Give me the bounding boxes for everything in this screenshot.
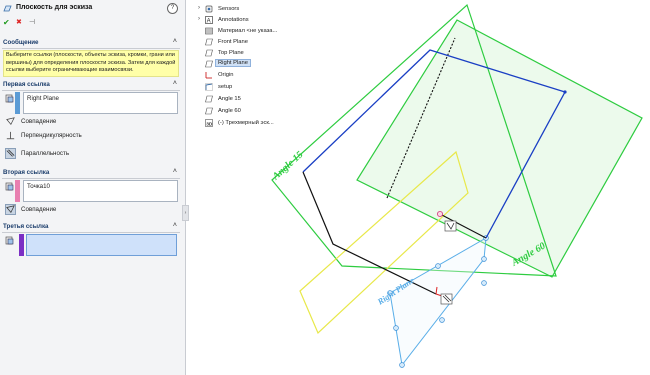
third-reference-section: Третья ссылка ˄ — [2, 222, 180, 262]
property-manager-title: Плоскость для эскиза — [16, 4, 93, 11]
annotations-icon: A — [205, 16, 213, 24]
angle15-label: Angle 15 — [270, 149, 306, 183]
first-reference-title: Первая ссылка — [3, 81, 50, 88]
sketch-icon — [205, 83, 213, 91]
property-manager-panel: Плоскость для эскиза ? ✔ ✖ ⊣ Сообщение ˄… — [0, 0, 186, 375]
tree-item-label: Right Plane — [215, 59, 251, 67]
message-section-title: Сообщение — [3, 39, 39, 46]
parallel-relation-icon[interactable] — [440, 293, 453, 305]
tree-item-origin[interactable]: Origin — [198, 70, 298, 80]
message-section: Сообщение ˄ Выберите ссылки (плоскости, … — [2, 38, 180, 78]
collapse-chevron-icon[interactable]: ˄ — [173, 38, 177, 45]
coincident-icon[interactable] — [5, 204, 16, 215]
third-reference-header[interactable]: Третья ссылка ˄ — [2, 222, 180, 233]
constraint-coincident-row[interactable]: Совпадение — [5, 116, 181, 127]
second-reference-section: Вторая ссылка ˄ Точка10 Совпадение — [2, 168, 180, 218]
tree-item-3d-sketch[interactable]: 3D (-) Трехмерный эск... — [198, 118, 298, 128]
sketch-point[interactable] — [563, 90, 567, 94]
collapse-chevron-icon[interactable]: ˄ — [173, 80, 177, 87]
tree-item-label: Top Plane — [218, 49, 244, 56]
tree-item-sensors[interactable]: › Sensors — [198, 4, 298, 14]
tree-item-label: Origin — [218, 71, 234, 78]
coincident-relation-icon[interactable] — [444, 220, 457, 232]
tree-item-label: Angle 60 — [218, 107, 241, 114]
expand-arrow-icon[interactable]: › — [198, 16, 200, 22]
first-reference-section: Первая ссылка ˄ Right Plane Совпадение П… — [2, 80, 180, 165]
pin-button[interactable]: ⊣ — [29, 18, 35, 28]
angle60-plane[interactable] — [356, 19, 643, 278]
constraint-label: Параллельность — [21, 150, 70, 157]
tree-item-label: Sensors — [218, 5, 240, 12]
tree-item-label: Annotations — [218, 16, 249, 23]
svg-text:3D: 3D — [206, 121, 213, 127]
constraint-label: Совпадение — [21, 118, 57, 125]
plane-icon — [205, 38, 213, 46]
tree-item-annotations[interactable]: › A Annotations — [198, 15, 298, 25]
tree-item-label: Front Plane — [218, 38, 248, 45]
tree-item-angle15[interactable]: Angle 15 — [198, 94, 298, 104]
material-icon — [205, 27, 213, 35]
reference-selector-icon — [5, 182, 14, 191]
ok-button[interactable]: ✔ — [3, 18, 10, 28]
reference-selector-icon — [5, 94, 14, 103]
plane-icon — [205, 60, 213, 68]
first-reference-field[interactable]: Right Plane — [23, 92, 178, 114]
second-reference-header[interactable]: Вторая ссылка ˄ — [2, 168, 180, 179]
constraint-perpendicular-row[interactable]: Перпендикулярность — [5, 130, 181, 141]
coincident-icon[interactable] — [5, 116, 16, 127]
third-reference-field[interactable] — [26, 234, 177, 256]
third-reference-title: Третья ссылка — [3, 223, 49, 230]
second-reference-title: Вторая ссылка — [3, 169, 50, 176]
first-reference-color-bar — [15, 92, 20, 114]
message-section-header[interactable]: Сообщение ˄ — [2, 38, 180, 49]
point-marker[interactable] — [436, 210, 444, 218]
tree-item-label: Материал <не указа... — [218, 27, 278, 34]
second-reference-field[interactable]: Точка10 — [23, 180, 178, 202]
tree-item-label: Angle 15 — [218, 95, 241, 102]
constraint-parallel-row[interactable]: Параллельность — [5, 148, 181, 159]
constraint-label: Перпендикулярность — [21, 132, 82, 139]
tree-item-front-plane[interactable]: Front Plane — [198, 37, 298, 47]
property-manager-header: Плоскость для эскиза ? — [0, 0, 185, 16]
second-reference-color-bar — [15, 180, 20, 202]
sensor-icon — [205, 5, 213, 13]
cancel-button[interactable]: ✖ — [16, 18, 22, 28]
tree-item-label: (-) Трехмерный эск... — [218, 119, 274, 126]
tree-item-right-plane[interactable]: Right Plane — [198, 59, 298, 69]
message-text: Выберите ссылки (плоскости, объекты эски… — [3, 50, 179, 77]
plane-icon — [205, 107, 213, 115]
tree-item-setup[interactable]: setup — [198, 82, 298, 92]
constraint-label: Совпадение — [21, 206, 57, 213]
constraint-coincident-row[interactable]: Совпадение — [5, 204, 181, 215]
reference-selector-icon — [5, 236, 14, 245]
perpendicular-icon[interactable] — [5, 130, 16, 141]
collapse-chevron-icon[interactable]: ˄ — [173, 168, 177, 175]
expand-arrow-icon[interactable]: › — [198, 5, 200, 11]
help-button[interactable]: ? — [167, 3, 178, 14]
origin-icon — [205, 72, 212, 79]
svg-text:A: A — [207, 19, 211, 24]
right-plane-preview[interactable] — [389, 237, 487, 367]
plane-icon — [205, 49, 213, 57]
tree-item-top-plane[interactable]: Top Plane — [198, 48, 298, 58]
collapse-chevron-icon[interactable]: ˄ — [173, 222, 177, 229]
parallel-icon[interactable] — [5, 148, 16, 159]
3dsketch-icon: 3D — [205, 119, 213, 127]
first-reference-header[interactable]: Первая ссылка ˄ — [2, 80, 180, 91]
tree-item-material[interactable]: Материал <не указа... — [198, 26, 298, 36]
tree-item-label: setup — [218, 83, 233, 90]
tree-item-angle60[interactable]: Angle 60 — [198, 106, 298, 116]
sketch-plane-icon — [3, 5, 12, 12]
third-reference-color-bar — [19, 234, 24, 256]
plane-icon — [205, 95, 213, 103]
